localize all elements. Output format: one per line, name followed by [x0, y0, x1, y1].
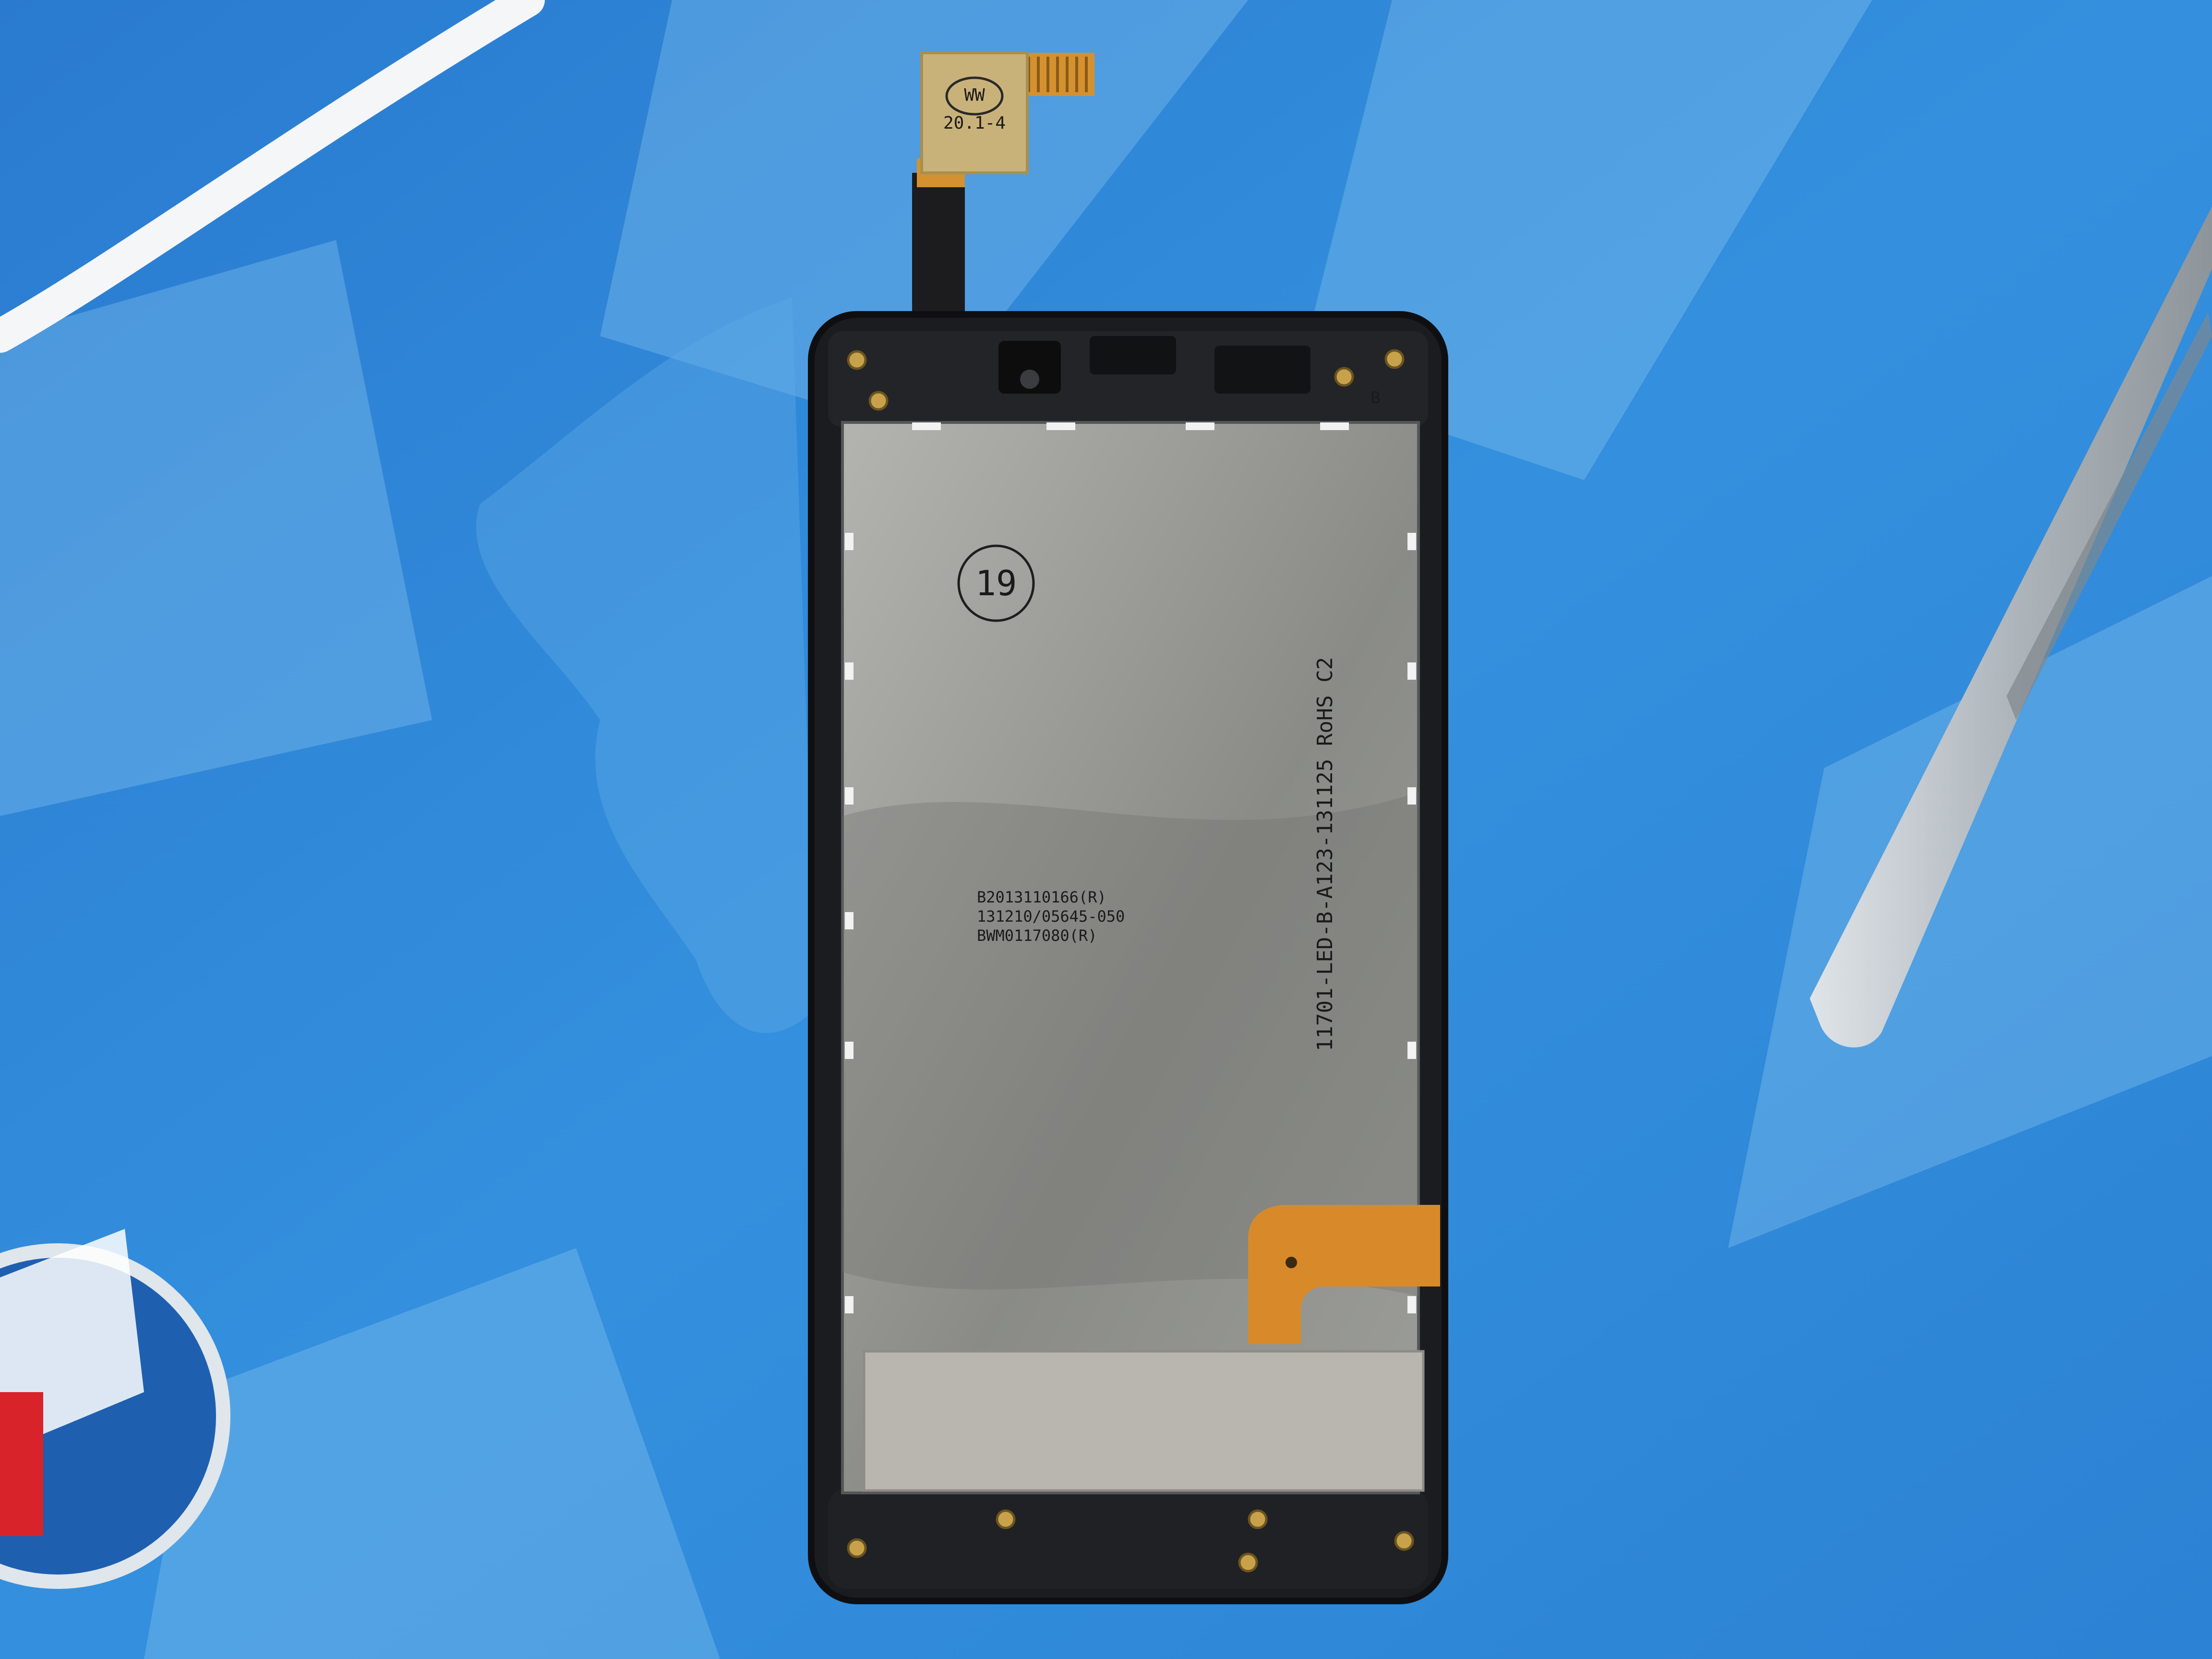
stamp-number: 19 [975, 563, 1017, 603]
print-line3: BWM0117080(R) [977, 926, 1097, 945]
screw [1334, 367, 1354, 387]
silver-tape [863, 1350, 1425, 1492]
sticker-line1: WW [964, 85, 985, 105]
flex-sticker: WW 20.1-4 [920, 51, 1029, 174]
lcd-back-panel: 19 11701-LED-B-A123-131125 RoHS C2 B2013… [841, 421, 1440, 1494]
photo-scene: WW 20.1-4 B 19 11701-LED-B-A123-131125 R… [0, 0, 2212, 1659]
screw [996, 1509, 1016, 1529]
screw [1238, 1552, 1258, 1573]
print-line1: B2013110166(R) [977, 888, 1106, 906]
screw [847, 1538, 867, 1558]
print-line2: 131210/05645-050 [977, 907, 1125, 926]
frame-mark: B [1370, 388, 1380, 408]
screw [1248, 1509, 1268, 1529]
screw [847, 350, 867, 370]
screw [1384, 349, 1405, 369]
screw [868, 391, 889, 411]
screw [1394, 1531, 1414, 1551]
vertical-print: 11701-LED-B-A123-131125 RoHS C2 [1313, 657, 1337, 1051]
sticker-line2: 20.1-4 [943, 113, 1006, 133]
